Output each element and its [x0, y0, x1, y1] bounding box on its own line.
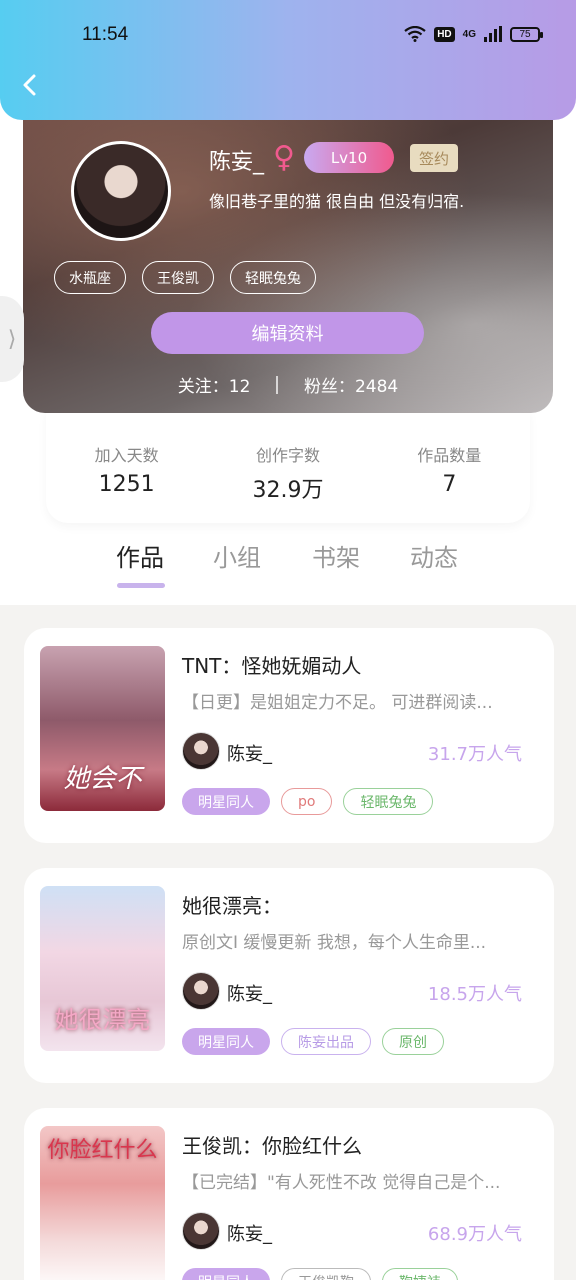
work-tag[interactable]: 陈妄出品 — [281, 1028, 371, 1055]
work-card[interactable]: 你脸红什么 王俊凯：你脸红什么 【已完结】"有人死性不改 觉得自己是个... 陈… — [24, 1108, 554, 1280]
work-tag[interactable]: 鞠婕祎 — [382, 1268, 458, 1280]
stat-value: 7 — [442, 472, 457, 497]
book-cover[interactable]: 她会不 — [40, 646, 165, 811]
profile-tags: 水瓶座 王俊凯 轻眠兔兔 — [54, 261, 316, 294]
signal-icon — [484, 26, 502, 42]
header-bar: 11:54 HD 4G 75 — [0, 0, 576, 120]
back-arrow-icon[interactable] — [18, 72, 44, 98]
hd-badge: HD — [434, 26, 455, 42]
stat-label: 创作字数 — [255, 446, 320, 465]
work-description: 原创文I 缓慢更新 我想，每个人生命里... — [182, 933, 487, 953]
author-name: 陈妄_ — [227, 1224, 272, 1245]
stat-label: 作品数量 — [417, 446, 482, 465]
work-tag[interactable]: 原创 — [382, 1028, 444, 1055]
popularity-count: 31.7万人气 — [427, 744, 522, 765]
work-tags: 明星同人 陈妄出品 原创 — [182, 1028, 444, 1055]
status-time: 11:54 — [82, 24, 129, 45]
side-drawer-handle[interactable]: ⟩ — [0, 296, 24, 382]
avatar[interactable] — [71, 141, 171, 241]
stat-word-count: 创作字数 32.9万 — [218, 442, 358, 523]
author-name: 陈妄_ — [227, 984, 272, 1005]
author-avatar — [182, 1212, 220, 1250]
profile-tag[interactable]: 水瓶座 — [54, 261, 126, 294]
work-tag[interactable]: 明星同人 — [182, 788, 270, 815]
author-avatar — [182, 972, 220, 1010]
wifi-icon — [404, 26, 426, 42]
work-tag[interactable]: 王俊凯鞠 — [281, 1268, 371, 1280]
active-tab-indicator — [117, 583, 165, 588]
fans-link[interactable]: 粉丝：2484 — [304, 372, 398, 397]
popularity-count: 68.9万人气 — [427, 1224, 522, 1245]
popularity-count: 18.5万人气 — [427, 984, 522, 1005]
stat-value: 32.9万 — [252, 478, 324, 503]
user-bio: 像旧巷子里的猫 很自由 但没有归宿. — [209, 192, 465, 211]
work-title: 她很漂亮： — [182, 894, 282, 918]
cover-art-text: 她很漂亮 — [54, 1006, 151, 1034]
work-title: TNT：怪她妩媚动人 — [182, 654, 362, 678]
stat-works-count: 作品数量 7 — [379, 442, 519, 523]
work-card[interactable]: 她会不 TNT：怪她妩媚动人 【日更】是姐姐定力不足。 可进群阅读... 陈妄_… — [24, 628, 554, 843]
tab-activity[interactable]: 动态 — [410, 538, 458, 573]
work-tag[interactable]: po — [281, 788, 333, 815]
work-card[interactable]: 她很漂亮 她很漂亮： 原创文I 缓慢更新 我想，每个人生命里... 陈妄_ 18… — [24, 868, 554, 1083]
author-name: 陈妄_ — [227, 744, 272, 765]
chevron-right-icon: ⟩ — [7, 326, 17, 352]
following-count: 12 — [228, 377, 251, 397]
fans-label: 粉丝： — [303, 377, 355, 397]
status-icons: HD 4G 75 — [404, 26, 543, 42]
stat-value: 1251 — [98, 472, 155, 497]
work-description: 【日更】是姐姐定力不足。 可进群阅读... — [182, 693, 493, 713]
follow-stats: 关注：12 粉丝：2484 — [23, 372, 553, 397]
author-avatar — [182, 732, 220, 770]
fans-count: 2484 — [354, 377, 399, 397]
tab-groups[interactable]: 小组 — [213, 538, 261, 573]
cover-art-text: 她会不 — [63, 764, 142, 794]
edit-profile-button[interactable]: 编辑资料 — [151, 312, 424, 354]
stat-join-days: 加入天数 1251 — [57, 442, 197, 523]
profile-card: 陈妄_ ♀ Lv10 签约 像旧巷子里的猫 很自由 但没有归宿. 水瓶座 王俊凯… — [23, 118, 553, 413]
book-cover[interactable]: 你脸红什么 — [40, 1126, 165, 1280]
work-title: 王俊凯：你脸红什么 — [182, 1134, 362, 1158]
work-tag[interactable]: 轻眠兔兔 — [343, 788, 434, 815]
work-tag[interactable]: 明星同人 — [182, 1028, 270, 1055]
tab-works[interactable]: 作品 — [116, 538, 164, 573]
cover-art-text: 你脸红什么 — [47, 1138, 158, 1163]
username: 陈妄_ — [209, 150, 265, 175]
stat-label: 加入天数 — [94, 446, 159, 465]
female-gender-icon: ♀ — [273, 140, 295, 175]
following-link[interactable]: 关注：12 — [178, 372, 251, 397]
profile-tag[interactable]: 轻眠兔兔 — [230, 261, 316, 294]
profile-tag[interactable]: 王俊凯 — [142, 261, 214, 294]
book-cover[interactable]: 她很漂亮 — [40, 886, 165, 1051]
signed-badge: 签约 — [410, 144, 458, 172]
work-tag[interactable]: 明星同人 — [182, 1268, 270, 1280]
level-badge: Lv10 — [304, 142, 394, 173]
battery-indicator: 75 — [510, 26, 543, 42]
following-label: 关注： — [177, 377, 229, 397]
tab-bookshelf[interactable]: 书架 — [312, 538, 360, 573]
work-description: 【已完结】"有人死性不改 觉得自己是个... — [182, 1173, 501, 1193]
tab-bar: 作品 小组 书架 动态 — [0, 538, 576, 598]
work-tags: 明星同人 po 轻眠兔兔 — [182, 788, 434, 815]
divider — [276, 375, 278, 394]
work-tags: 明星同人 王俊凯鞠 鞠婕祎 — [182, 1268, 458, 1280]
network-type: 4G — [462, 28, 476, 40]
stats-card: 加入天数 1251 创作字数 32.9万 作品数量 7 — [46, 410, 530, 523]
